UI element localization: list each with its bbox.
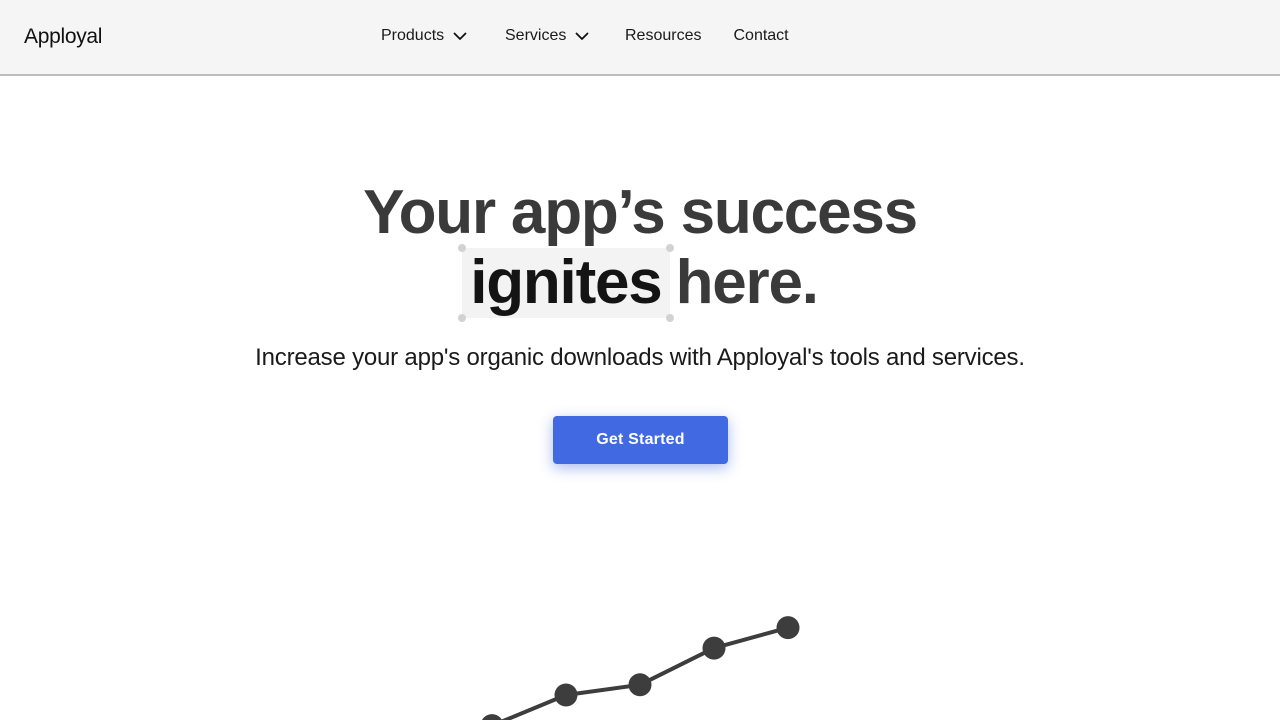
resize-handle-bottom-left[interactable] [458,314,467,322]
nav-item-label: Services [505,27,567,44]
nav-item-label: Contact [733,27,789,44]
hero-subtitle: Increase your app's organic downloads wi… [255,344,1025,371]
resize-handle-top-left[interactable] [458,244,467,252]
chart-point-2 [554,683,578,707]
main-nav: Products Services Resources Contact [381,25,789,47]
get-started-button[interactable]: Get Started [553,416,728,464]
highlighted-word[interactable]: ignites [458,244,674,322]
hero-title-rest: here. [675,248,819,317]
highlighted-word-text: ignites [470,248,663,317]
nav-item-label: Resources [625,27,702,44]
chart-point-3 [628,673,652,697]
nav-item-contact[interactable]: Contact [733,27,788,45]
nav-item-services[interactable]: Services [505,27,592,45]
chevron-down-icon [452,28,468,44]
resize-handle-top-right[interactable] [665,244,674,252]
hero-title-line1: Your app’s success [363,178,918,247]
hero-title: Your app’s success ignites here. [0,178,1280,322]
nav-item-resources[interactable]: Resources [625,27,701,45]
top-navbar: Apployal Products Services Resources Con… [0,0,1280,76]
chevron-down-icon [574,28,590,44]
hero-title-line2: ignites here. [0,244,1280,322]
nav-item-label: Products [381,27,445,44]
brand-logo[interactable]: Apployal [24,25,102,49]
growth-line-chart [481,616,800,720]
resize-handle-bottom-right[interactable] [665,314,674,322]
chart-point-5 [776,616,800,640]
chart-point-4 [702,636,726,660]
nav-item-products[interactable]: Products [381,27,470,45]
chart-point-1 [481,714,503,720]
